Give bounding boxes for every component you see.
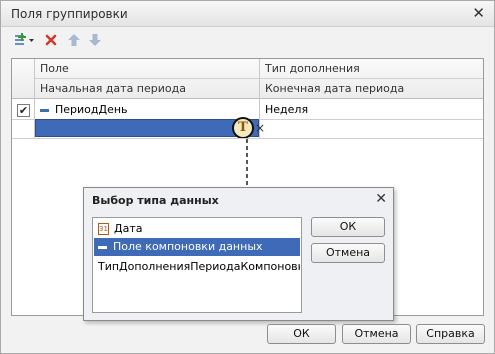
list-item-selected[interactable]: Поле компоновки данных (94, 238, 300, 256)
ok-button[interactable]: ОК (267, 324, 336, 344)
cancel-button[interactable]: Отмена (342, 324, 411, 344)
move-down-icon[interactable] (87, 32, 103, 50)
dialog-cancel-button[interactable]: Отмена (311, 243, 385, 263)
choose-type-button[interactable]: T (232, 117, 254, 139)
calendar-icon: 31 (98, 223, 109, 235)
dialog-ok-button[interactable]: ОК (311, 217, 385, 237)
table-header: Поле Тип дополнения Начальная дата перио… (12, 59, 483, 99)
start-date-edit-field[interactable] (35, 119, 259, 137)
dialog-title: Выбор типа данных (92, 194, 219, 207)
list-item-label: ТипДополненияПериодаКомпоновки... (98, 260, 300, 273)
clear-icon[interactable]: × (255, 119, 267, 137)
column-header-end-date[interactable]: Конечная дата периода (260, 79, 483, 99)
delete-icon[interactable] (43, 32, 59, 50)
list-item[interactable]: 31 Дата (94, 220, 300, 238)
column-header-field[interactable]: Поле (35, 59, 259, 79)
window-title: Поля группировки (11, 7, 128, 21)
list-item-label: Поле компоновки данных (113, 240, 263, 253)
help-button[interactable]: Справка (416, 324, 485, 344)
column-header-start-date[interactable]: Начальная дата периода (35, 79, 259, 99)
dialog-close-icon[interactable]: ✕ (375, 190, 387, 208)
field-icon (40, 108, 49, 112)
type-list[interactable]: 31 Дата Поле компоновки данных ТипДополне… (92, 217, 302, 313)
move-up-icon[interactable] (66, 32, 82, 50)
add-row-icon[interactable] (13, 32, 35, 50)
toolbar (11, 32, 211, 52)
field-icon (98, 245, 107, 249)
list-item-label: Дата (114, 222, 143, 235)
row-addition-type-value[interactable]: Неделя (260, 101, 483, 119)
table-row-field[interactable]: ПериодДень (35, 101, 259, 119)
data-type-dialog: Выбор типа данных ✕ 31 Дата Поле компонов… (83, 187, 394, 321)
grouping-fields-window: Поля группировки ✕ Поле Тип дополнения Н… (0, 0, 495, 354)
title-bar: Поля группировки ✕ (1, 1, 494, 27)
close-icon[interactable]: ✕ (472, 4, 485, 22)
list-item[interactable]: ТипДополненияПериодаКомпоновки... (94, 258, 300, 276)
row-field-value: ПериодДень (55, 103, 128, 116)
row-checkbox[interactable]: ✔ (17, 104, 30, 117)
column-header-addition-type[interactable]: Тип дополнения (260, 59, 483, 79)
